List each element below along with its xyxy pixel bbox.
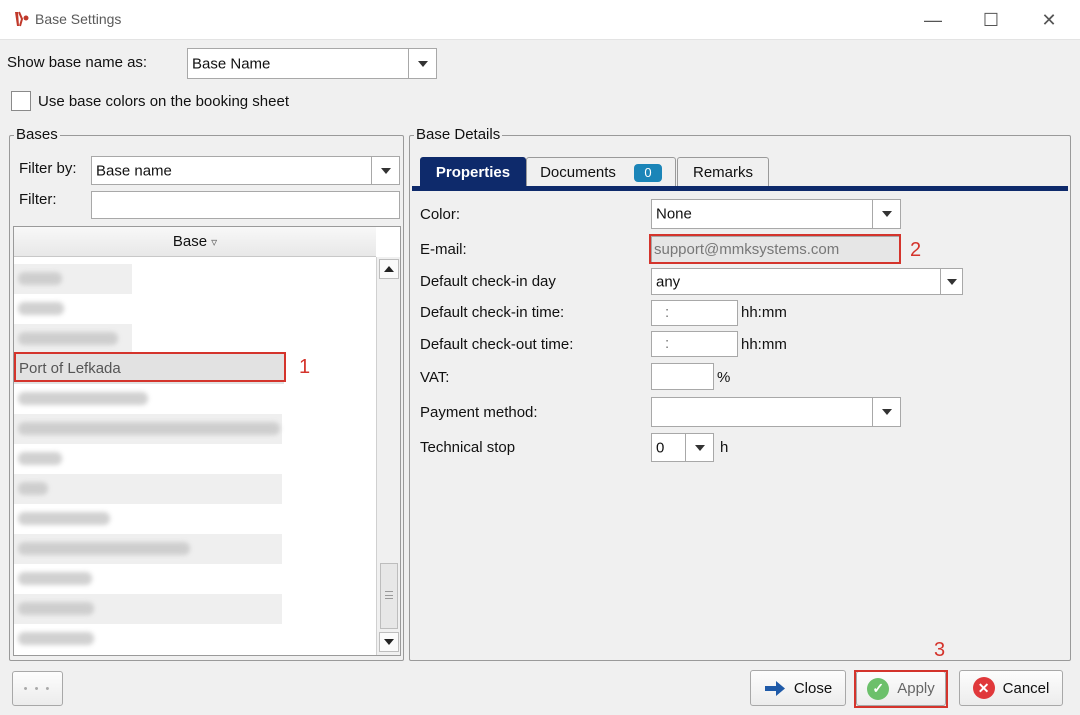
checkin-day-value: any	[656, 273, 681, 290]
table-row[interactable]	[14, 624, 376, 654]
table-row[interactable]	[14, 504, 376, 534]
filter-input[interactable]	[91, 191, 400, 219]
column-header-label: Base	[172, 233, 208, 250]
maximize-button[interactable]: ☐	[962, 0, 1020, 40]
cancel-button-label: Cancel	[1002, 679, 1050, 697]
bases-table: Base ▿ Port of Lefkada	[13, 226, 401, 656]
checkin-time-label: Default check-in time:	[420, 304, 565, 321]
app-logo-icon	[15, 11, 29, 27]
color-value: None	[656, 205, 692, 223]
tab-documents[interactable]: Documents 0	[526, 157, 676, 187]
vat-label: VAT:	[420, 369, 450, 386]
email-label: E-mail:	[420, 241, 467, 258]
checkin-time-unit: hh:mm	[741, 304, 787, 321]
annotation-box-3	[854, 670, 948, 708]
tab-underline	[412, 186, 1068, 191]
technical-stop-label: Technical stop	[420, 439, 516, 456]
window-title: Base Settings	[35, 11, 122, 27]
tab-properties-label: Properties	[435, 164, 511, 181]
filter-by-select[interactable]: Base name	[91, 156, 400, 185]
chevron-down-icon[interactable]	[685, 434, 713, 461]
use-colors-checkbox[interactable]	[11, 91, 31, 111]
filter-by-value: Base name	[96, 162, 172, 179]
scroll-down-icon[interactable]	[379, 632, 399, 652]
checkout-time-label: Default check-out time:	[420, 336, 574, 353]
vat-unit: %	[717, 369, 731, 386]
column-header-base[interactable]: Base ▿	[14, 227, 376, 257]
color-select[interactable]: None	[651, 199, 901, 229]
chevron-down-icon[interactable]	[872, 200, 900, 228]
filter-by-label: Filter by:	[19, 160, 77, 177]
table-row[interactable]	[14, 324, 376, 354]
payment-method-label: Payment method:	[420, 404, 538, 421]
tab-documents-label: Documents	[540, 164, 616, 181]
use-colors-label: Use base colors on the booking sheet	[38, 93, 289, 110]
close-button-label: Close	[793, 679, 833, 697]
maximize-icon: ☐	[982, 9, 1000, 30]
table-row[interactable]	[14, 564, 376, 594]
table-row[interactable]	[14, 534, 376, 564]
base-details-legend: Base Details	[414, 126, 503, 143]
vat-input[interactable]	[651, 363, 714, 390]
minimize-icon: —	[924, 9, 942, 30]
checkout-time-unit: hh:mm	[741, 336, 787, 353]
checkin-day-select[interactable]: any	[651, 268, 963, 295]
annotation-box-1	[14, 352, 286, 382]
chevron-down-icon[interactable]	[872, 398, 900, 426]
table-row[interactable]	[14, 414, 376, 444]
close-icon: ✕	[1041, 9, 1057, 30]
chevron-down-icon[interactable]	[371, 157, 399, 184]
tab-remarks-label: Remarks	[692, 164, 753, 181]
annotation-number-2: 2	[910, 239, 922, 261]
annotation-box-2	[649, 234, 901, 264]
annotation-number-1: 1	[299, 356, 311, 378]
chevron-down-icon[interactable]	[408, 49, 436, 78]
show-base-name-label: Show base name as:	[7, 54, 148, 71]
checkin-time-value: :	[665, 304, 670, 321]
tab-properties[interactable]: Properties	[420, 157, 526, 187]
table-row[interactable]	[14, 474, 376, 504]
documents-count-badge: 0	[633, 163, 662, 182]
payment-method-select[interactable]	[651, 397, 901, 427]
cancel-x-icon: ✕	[972, 677, 995, 699]
table-scrollbar[interactable]	[376, 257, 400, 655]
technical-stop-select[interactable]: 0	[651, 433, 714, 462]
tab-remarks[interactable]: Remarks	[677, 157, 769, 187]
arrow-right-icon	[764, 681, 785, 696]
bases-legend: Bases	[14, 126, 60, 143]
technical-stop-unit: h	[720, 439, 729, 456]
cancel-button[interactable]: ✕ Cancel	[959, 670, 1063, 706]
scroll-thumb[interactable]	[380, 563, 398, 629]
color-label: Color:	[420, 206, 461, 223]
technical-stop-value: 0	[656, 439, 665, 456]
filter-label: Filter:	[19, 191, 57, 208]
chevron-down-icon[interactable]	[940, 269, 962, 294]
table-row[interactable]	[14, 264, 376, 294]
scroll-up-icon[interactable]	[379, 259, 399, 279]
title-bar: Base Settings — ☐ ✕	[0, 0, 1080, 40]
more-options-label: • • •	[23, 682, 52, 695]
table-row[interactable]	[14, 594, 376, 624]
annotation-number-3: 3	[934, 639, 946, 661]
table-row[interactable]	[14, 294, 376, 324]
checkout-time-input[interactable]: :	[651, 331, 738, 357]
checkout-time-value: :	[665, 335, 670, 352]
more-options-button[interactable]: • • •	[12, 671, 63, 706]
table-row[interactable]	[14, 444, 376, 474]
checkin-day-label: Default check-in day	[420, 273, 556, 290]
close-button[interactable]: Close	[750, 670, 846, 706]
show-base-name-select[interactable]: Base Name	[187, 48, 437, 79]
grip-icon	[385, 591, 393, 599]
minimize-button[interactable]: —	[904, 0, 962, 40]
close-window-button[interactable]: ✕	[1020, 0, 1078, 40]
table-row[interactable]	[14, 384, 376, 414]
checkin-time-input[interactable]: :	[651, 300, 738, 326]
show-base-name-value: Base Name	[192, 55, 271, 72]
sort-icon: ▿	[211, 234, 218, 249]
